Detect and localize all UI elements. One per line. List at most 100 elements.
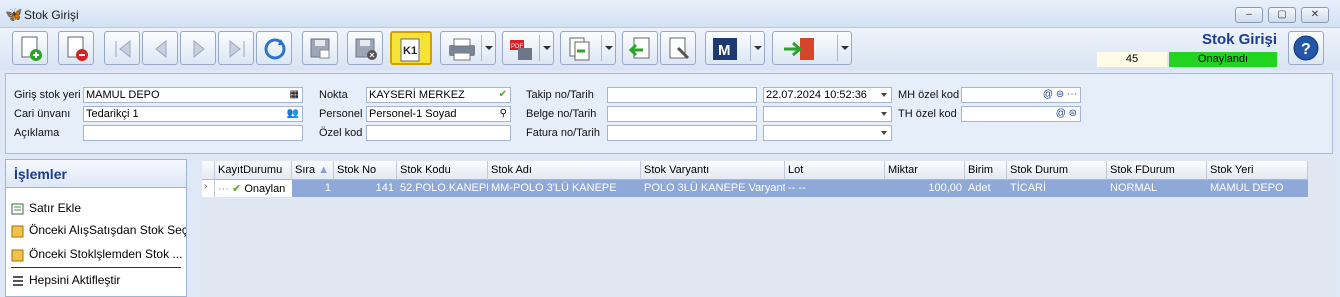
action-item-hepsini-aktiflestir[interactable]: Hepsini Aktifleştir: [11, 271, 186, 289]
table-cell: 52.POLO.KANEPE: [400, 182, 488, 194]
row-indicator[interactable]: ›: [202, 180, 215, 197]
tools-button[interactable]: [660, 31, 696, 65]
k1-button[interactable]: K1: [390, 31, 432, 65]
cari-unvani-value: Tedarikçi 1: [86, 108, 139, 120]
first-record-button[interactable]: [104, 31, 140, 65]
chevron-down-icon[interactable]: [605, 46, 613, 50]
chevron-down-icon[interactable]: [841, 46, 849, 50]
column-header[interactable]: Birim: [965, 161, 1007, 180]
belge-no-field[interactable]: [607, 106, 757, 122]
select-stock-icon: [11, 224, 25, 238]
giris-stok-yeri-label: Giriş stok yeri: [14, 89, 81, 101]
fatura-date-field[interactable]: [763, 125, 892, 141]
nokta-field[interactable]: KAYSERİ MERKEZ ✔: [366, 87, 511, 103]
add-row-icon: [11, 202, 25, 216]
table-cell: 100,00: [928, 182, 962, 194]
butterfly-icon: 🦋: [5, 6, 23, 22]
status-cell: ··· ✔ Onaylan: [215, 180, 292, 197]
header-form: Giriş stok yeri MAMUL DEPO ▦ Cari ünvanı …: [5, 73, 1333, 154]
belge-date-field[interactable]: [763, 106, 892, 122]
column-header[interactable]: Lot: [785, 161, 885, 180]
column-header[interactable]: Stok FDurum: [1107, 161, 1207, 180]
close-button[interactable]: ✕: [1301, 7, 1329, 23]
aciklama-field[interactable]: [83, 125, 303, 141]
column-header[interactable]: Stok No: [334, 161, 397, 180]
th-ozel-kod-field[interactable]: @ ⊜: [961, 106, 1081, 122]
help-button[interactable]: ?: [1288, 31, 1324, 65]
fatura-no-field[interactable]: [607, 125, 757, 141]
personel-field[interactable]: Personel-1 Soyad ⚲: [366, 106, 511, 122]
action-item-onceki-stokislem[interactable]: Önceki Stoklşlemden Stok ...: [11, 245, 186, 263]
previous-icon: [155, 39, 167, 59]
m-button[interactable]: M: [705, 31, 765, 65]
chevron-down-icon[interactable]: [485, 46, 493, 50]
export-button[interactable]: [560, 31, 616, 65]
column-label: Sıra: [295, 164, 316, 176]
new-button[interactable]: [12, 31, 48, 65]
save-icon: [310, 38, 330, 59]
column-header[interactable]: Sıra ▲: [292, 161, 334, 180]
save-button[interactable]: [302, 31, 338, 65]
action-label: Önceki Stoklşlemden Stok ...: [29, 247, 183, 261]
expand-dots: ···: [218, 183, 233, 195]
last-record-button[interactable]: [218, 31, 254, 65]
print-button[interactable]: [440, 31, 496, 65]
checkmark-icon[interactable]: ✔: [499, 89, 507, 101]
table-cell: MM-POLO 3'LÜ KANEPE: [491, 182, 617, 194]
next-record-button[interactable]: [180, 31, 216, 65]
column-header[interactable]: Miktar: [885, 161, 965, 180]
lookup-icon[interactable]: @ ⊜ ⋯: [1043, 89, 1077, 101]
action-item-satir-ekle[interactable]: Satır Ekle: [11, 199, 186, 217]
save-close-button[interactable]: [347, 31, 383, 65]
pdf-button[interactable]: PDF: [502, 31, 554, 65]
action-item-onceki-alissatis[interactable]: Önceki AlışSatışdan Stok Seç: [11, 221, 186, 239]
table-row[interactable]: ··· ✔ Onaylan 1 141 52.POLO.KANEPE MM-PO…: [202, 180, 1308, 197]
giris-stok-yeri-field[interactable]: MAMUL DEPO ▦: [83, 87, 303, 103]
record-count: 45: [1097, 52, 1167, 67]
ozel-kod-field[interactable]: [366, 125, 511, 141]
help-icon: ?: [1293, 35, 1319, 61]
table-cell: Adet: [968, 182, 991, 194]
lookup-icon[interactable]: ▦: [290, 89, 299, 101]
table-cell: TİCARİ: [1010, 182, 1047, 194]
mh-ozel-kod-field[interactable]: @ ⊜ ⋯: [961, 87, 1081, 103]
divider: [11, 267, 181, 268]
chevron-down-icon[interactable]: [881, 112, 887, 116]
action-label: Önceki AlışSatışdan Stok Seç: [29, 223, 186, 237]
window-title: Stok Girişi: [24, 8, 79, 22]
personel-label: Personel: [319, 108, 363, 120]
nokta-label: Nokta: [319, 89, 348, 101]
first-icon: [115, 39, 131, 59]
chevron-down-icon[interactable]: [881, 93, 887, 97]
delete-button[interactable]: [58, 31, 94, 65]
maximize-button[interactable]: ▢: [1268, 7, 1296, 23]
takip-date-field[interactable]: 22.07.2024 10:52:36: [763, 87, 892, 103]
minimize-button[interactable]: –: [1235, 7, 1263, 23]
column-header[interactable]: Stok Durum: [1007, 161, 1107, 180]
document-title: Stok Girişi: [1201, 31, 1277, 48]
takip-no-field[interactable]: [607, 87, 757, 103]
exit-button[interactable]: [772, 31, 852, 65]
mh-ozel-kod-label: MH özel kod: [898, 89, 960, 101]
cari-unvani-field[interactable]: Tedarikçi 1 👥: [83, 106, 303, 122]
lookup-icon[interactable]: @ ⊜: [1056, 108, 1077, 120]
column-header[interactable]: Stok Adı: [488, 161, 641, 180]
column-header[interactable]: Stok Varyantı: [641, 161, 785, 180]
belge-label: Belge no/Tarih: [526, 108, 597, 120]
person-search-icon[interactable]: ⚲: [500, 108, 507, 120]
import-button[interactable]: [622, 31, 658, 65]
action-label: Hepsini Aktifleştir: [29, 273, 121, 287]
column-header[interactable]: Stok Yeri: [1207, 161, 1308, 180]
refresh-button[interactable]: [256, 31, 292, 65]
takip-date-value: 22.07.2024 10:52:36: [766, 89, 867, 101]
previous-record-button[interactable]: [142, 31, 178, 65]
column-header[interactable]: Stok Kodu: [397, 161, 488, 180]
row-pointer-icon: ›: [204, 181, 208, 192]
cell-text: Onaylan: [244, 183, 286, 195]
chevron-down-icon[interactable]: [881, 131, 887, 135]
users-icon[interactable]: 👥: [287, 108, 299, 120]
chevron-down-icon[interactable]: [754, 46, 762, 50]
takip-label: Takip no/Tarih: [526, 89, 594, 101]
column-header[interactable]: KayıtDurumu: [215, 161, 292, 180]
chevron-down-icon[interactable]: [543, 46, 551, 50]
